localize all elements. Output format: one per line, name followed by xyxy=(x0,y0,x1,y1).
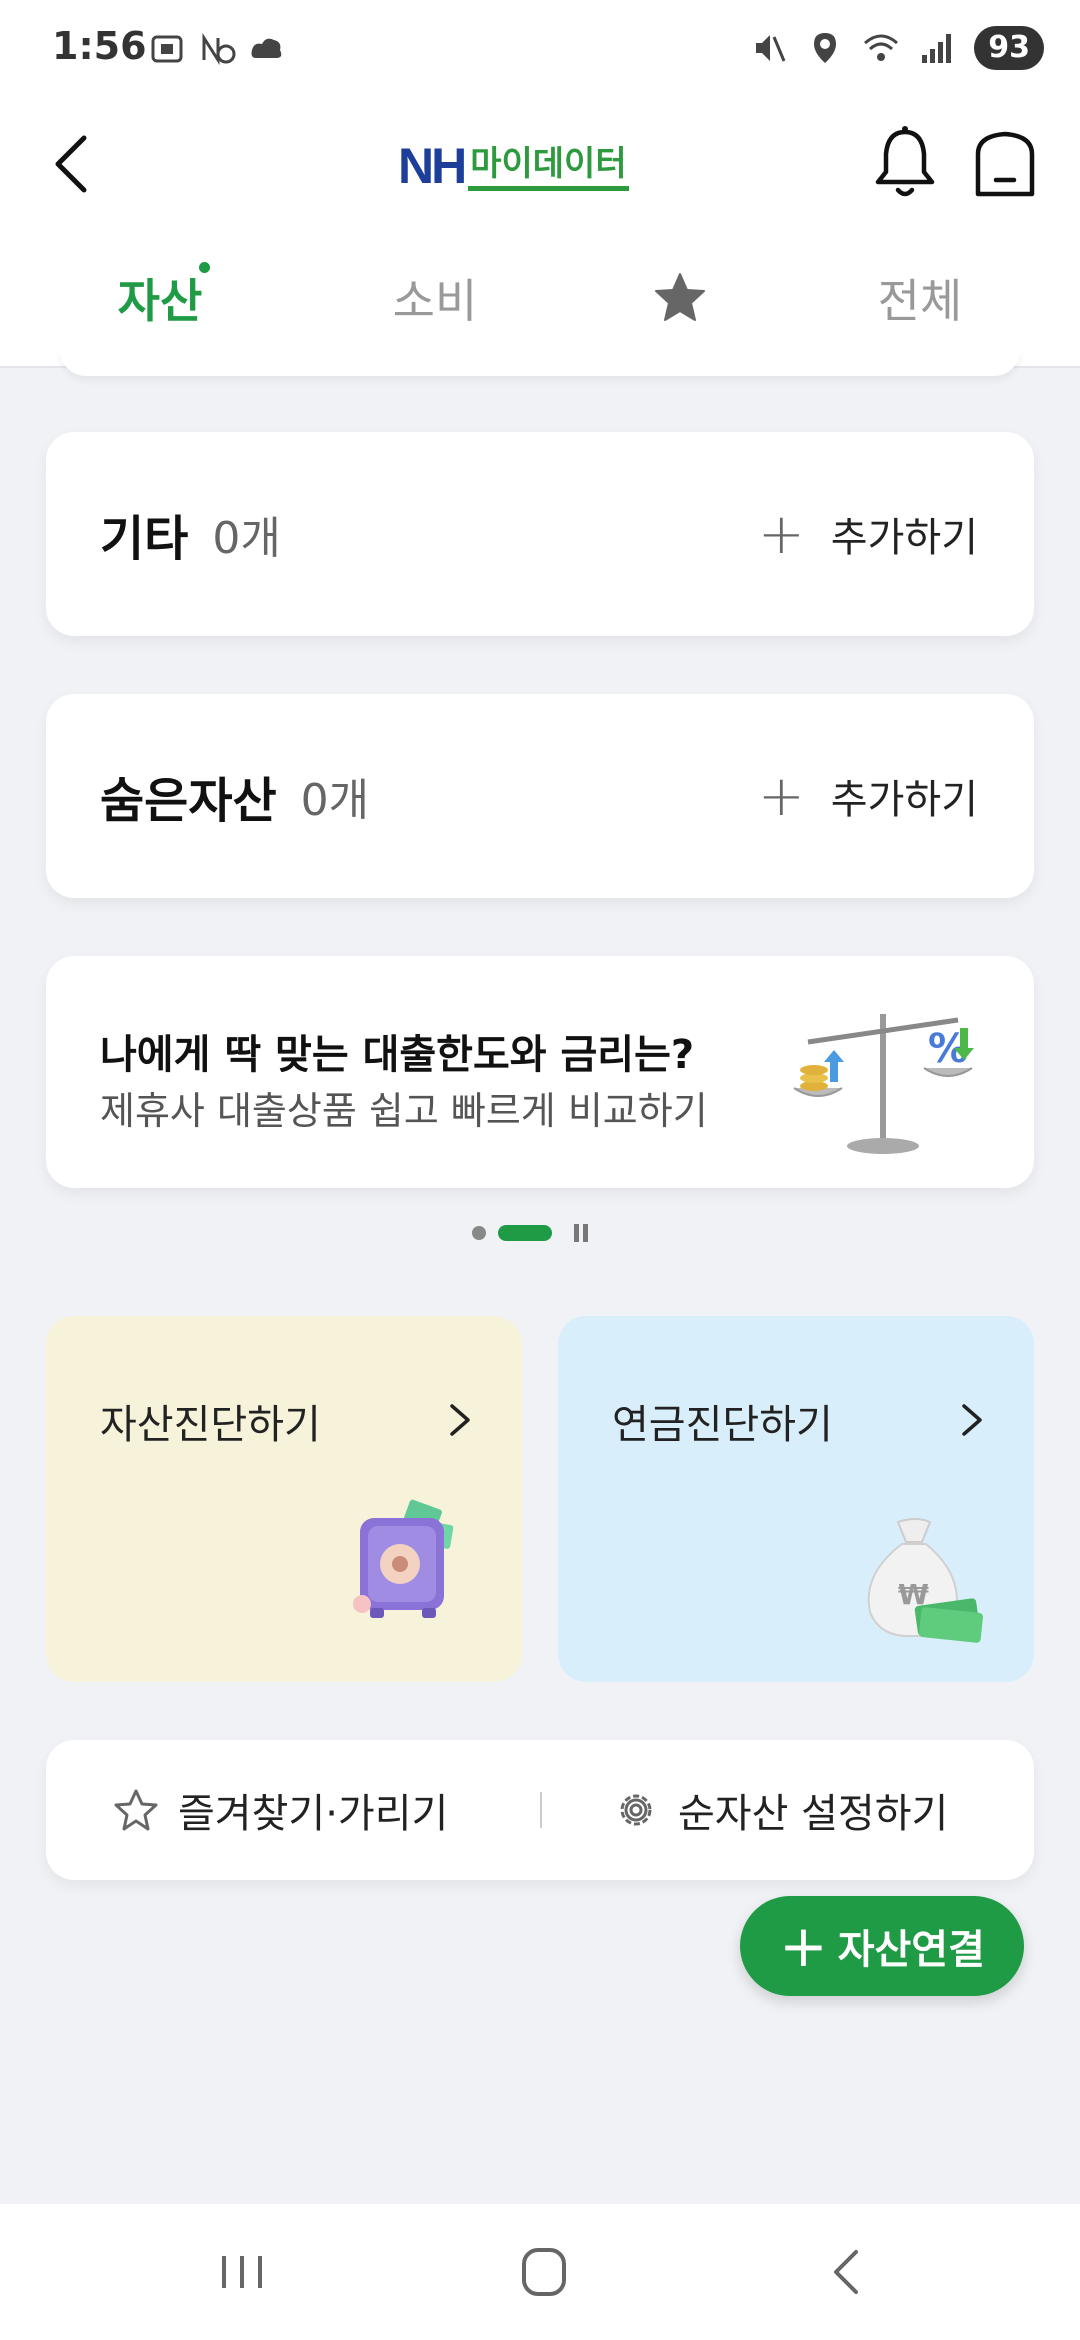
logo-mydata: 마이데이터 xyxy=(468,142,629,191)
carousel-dot-active[interactable] xyxy=(498,1225,552,1241)
row-title-text: 기타 xyxy=(100,511,189,567)
tile-label: 연금진단하기 xyxy=(612,1402,833,1448)
gear-icon xyxy=(620,1794,652,1826)
safe-icon xyxy=(353,1499,454,1618)
tab-all[interactable]: 전체 xyxy=(850,258,990,338)
carousel-dot[interactable] xyxy=(472,1226,486,1240)
tab-spending-label: 소비 xyxy=(392,274,478,328)
no-data-icon xyxy=(202,32,236,66)
row-title: 숨은자산 0개 xyxy=(100,694,369,898)
loan-compare-banner[interactable]: 나에게 딱 맞는 대출한도와 금리는? 제휴사 대출상품 쉽고 빠르게 비교하기… xyxy=(46,956,1034,1188)
row-count: 0개 xyxy=(212,513,281,564)
cloud-icon xyxy=(251,38,282,58)
plus-icon: + xyxy=(779,1912,828,1980)
add-button[interactable]: + 추가하기 xyxy=(758,694,978,898)
add-button-label: 추가하기 xyxy=(830,777,978,823)
asset-diagnosis-tile[interactable]: 자산진단하기 xyxy=(46,1316,522,1682)
tab-assets-label: 자산 xyxy=(117,274,203,328)
asset-row-hidden: 숨은자산 0개 + 추가하기 xyxy=(46,694,1034,898)
tab-spending[interactable]: 소비 xyxy=(365,258,505,338)
plus-icon: + xyxy=(757,763,805,829)
add-button[interactable]: + 추가하기 xyxy=(758,432,978,636)
favorites-hide-button[interactable]: 즐겨찾기·가리기 xyxy=(112,1740,448,1880)
location-icon xyxy=(814,33,837,63)
money-bag-icon: ₩ xyxy=(867,1518,984,1643)
pause-icon[interactable] xyxy=(574,1224,590,1242)
star-outline-icon xyxy=(114,1789,158,1831)
bell-icon[interactable] xyxy=(870,122,940,202)
previous-card-edge xyxy=(60,350,1020,376)
utility-bar: 즐겨찾기·가리기 순자산 설정하기 xyxy=(46,1740,1034,1880)
main-tabs: 자산 소비 전체 xyxy=(0,230,1080,368)
banner-title: 나에게 딱 맞는 대출한도와 금리는? xyxy=(100,1032,695,1078)
app-header: NH 마이데이터 xyxy=(0,100,1080,230)
mute-icon xyxy=(756,35,786,62)
row-count: 0개 xyxy=(300,775,370,826)
back-arrow-icon[interactable] xyxy=(36,124,116,204)
plus-icon: + xyxy=(757,501,805,567)
home-button-icon[interactable] xyxy=(504,2240,584,2304)
connect-asset-label: 자산연결 xyxy=(837,1927,985,1973)
chevron-right-icon xyxy=(450,1404,470,1436)
nh-mydata-logo: NH 마이데이터 xyxy=(398,136,629,196)
tab-favorites[interactable] xyxy=(640,258,720,338)
recent-apps-icon[interactable] xyxy=(202,2240,282,2304)
row-title-text: 숨은자산 xyxy=(100,773,277,829)
net-asset-settings-button[interactable]: 순자산 설정하기 xyxy=(612,1740,948,1880)
add-button-label: 추가하기 xyxy=(830,515,978,561)
wifi-icon xyxy=(864,34,899,61)
connect-asset-button[interactable]: + 자산연결 xyxy=(740,1896,1024,1996)
status-time: 1:56 xyxy=(52,24,147,68)
net-asset-settings-label: 순자산 설정하기 xyxy=(678,1791,949,1837)
status-right-icons: 93 xyxy=(750,26,1044,70)
chevron-right-icon xyxy=(962,1404,982,1436)
favorites-hide-label: 즐겨찾기·가리기 xyxy=(178,1791,449,1837)
balance-scale-icon: % xyxy=(793,1014,974,1154)
asset-row-etc: 기타 0개 + 추가하기 xyxy=(46,432,1034,636)
new-indicator-dot xyxy=(199,262,210,273)
carousel-indicator xyxy=(472,1224,590,1242)
tile-label: 자산진단하기 xyxy=(100,1402,321,1448)
battery-indicator: 93 xyxy=(974,26,1044,70)
status-bar: 1:56 93 xyxy=(0,0,1080,100)
logo-nh: NH xyxy=(398,138,467,194)
screenshot-icon xyxy=(151,35,183,63)
utility-divider xyxy=(540,1792,542,1828)
row-title: 기타 0개 xyxy=(100,432,281,636)
home-icon[interactable] xyxy=(970,124,1040,204)
back-nav-icon[interactable] xyxy=(806,2240,886,2304)
pension-diagnosis-tile[interactable]: 연금진단하기 ₩ xyxy=(558,1316,1034,1682)
star-icon xyxy=(655,273,705,321)
system-nav-bar xyxy=(0,2204,1080,2340)
status-left-icons xyxy=(148,30,286,68)
tab-assets[interactable]: 자산 xyxy=(90,258,230,338)
banner-subtitle: 제휴사 대출상품 쉽고 빠르게 비교하기 xyxy=(100,1089,708,1133)
tab-all-label: 전체 xyxy=(877,274,963,328)
signal-icon xyxy=(922,34,952,63)
